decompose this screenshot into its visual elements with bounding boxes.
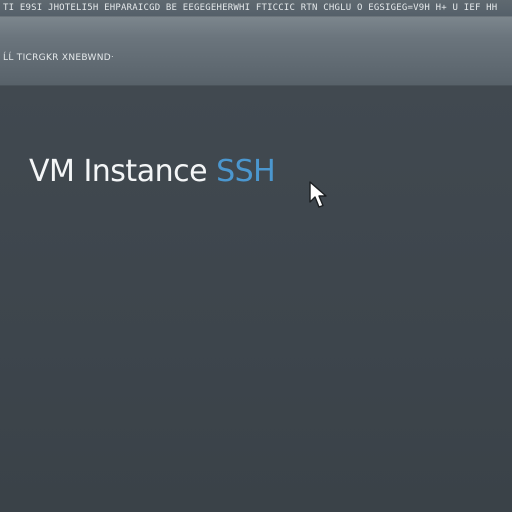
page-title-primary: VM Instance [29,154,217,189]
mouse-pointer-icon [309,181,327,208]
breadcrumb[interactable]: ĹĹ TICRGKR XNEBWNDᐧ [3,52,114,64]
top-title-bar: TI E9SI JHOTELI5H EHPARAICGD BE EEGEGEHE… [0,0,512,17]
page-title: VM Instance SSH [29,152,276,192]
title-bar-text: TI E9SI JHOTELI5H EHPARAICGD BE EEGEGEHE… [3,3,498,13]
vm-ssh-screen: TI E9SI JHOTELI5H EHPARAICGD BE EEGEGEHE… [0,0,512,512]
main-content [0,86,512,512]
page-title-accent: SSH [216,154,276,189]
